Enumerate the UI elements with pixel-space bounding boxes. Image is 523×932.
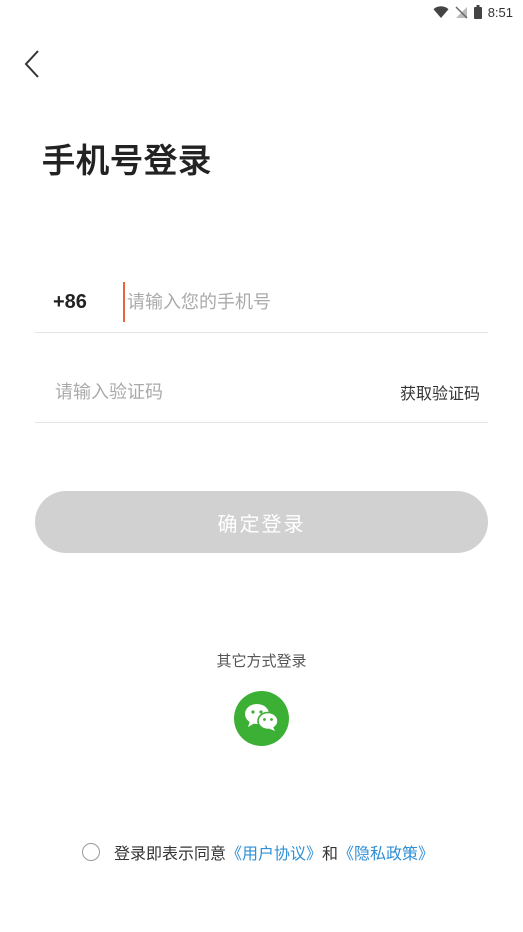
status-time: 8:51 [487, 4, 513, 20]
agreement-row: 登录即表示同意 《用户协议》 和 《隐私政策》 [82, 840, 434, 864]
agreement-conjunction: 和 [322, 844, 339, 863]
phone-input[interactable] [123, 282, 488, 322]
wechat-icon [244, 702, 280, 736]
agreement-prefix: 登录即表示同意 [114, 844, 227, 863]
get-code-button[interactable]: 获取验证码 [400, 380, 488, 404]
phone-field-row: +86 [35, 272, 488, 333]
code-field-row: 获取验证码 [35, 362, 488, 423]
chevron-left-icon [23, 49, 41, 83]
agree-checkbox[interactable] [82, 843, 100, 861]
back-button[interactable] [14, 46, 50, 86]
privacy-policy-link[interactable]: 《隐私政策》 [338, 840, 434, 864]
other-login-label: 其它方式登录 [216, 652, 307, 670]
user-agreement-link[interactable]: 《用户协议》 [226, 840, 322, 864]
wechat-login-button[interactable] [234, 691, 289, 746]
wifi-icon [433, 5, 449, 19]
confirm-login-button[interactable]: 确定登录 [35, 491, 488, 553]
country-code[interactable]: +86 [35, 291, 123, 314]
verification-code-input[interactable] [35, 372, 400, 412]
no-signal-icon [455, 6, 468, 19]
status-bar: 8:51 [0, 0, 523, 24]
battery-icon [473, 5, 482, 19]
page-title: 手机号登录 [42, 141, 212, 180]
